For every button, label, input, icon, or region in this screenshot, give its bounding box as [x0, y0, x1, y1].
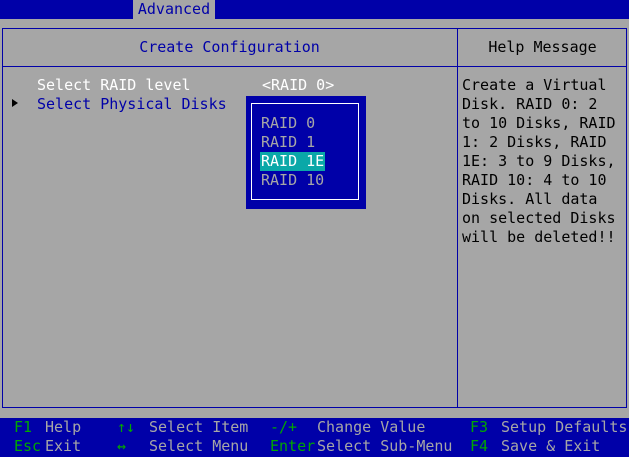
select-menu-hint: Select Menu — [149, 437, 249, 455]
option-raid-1e[interactable]: RAID 1E — [260, 152, 326, 171]
option-raid-1[interactable]: RAID 1 — [261, 133, 315, 152]
raid-level-label[interactable]: Select RAID level — [37, 76, 191, 95]
header-divider — [2, 66, 627, 67]
f4-key: F4 — [470, 437, 489, 455]
exit-hint: Exit — [45, 437, 82, 455]
option-raid-10[interactable]: RAID 10 — [261, 171, 324, 190]
tab-advanced[interactable]: Advanced — [133, 0, 215, 19]
left-right-arrows-icon: ↔ — [117, 437, 127, 455]
submenu-arrow-icon — [12, 99, 18, 107]
enter-key: Enter — [270, 437, 316, 455]
raid-level-value[interactable]: <RAID 0> — [262, 76, 334, 95]
panel-divider — [457, 28, 458, 408]
f3-key: F3 — [470, 418, 489, 436]
raid-level-popup: RAID 0 RAID 1 RAID 1E RAID 10 — [246, 96, 366, 209]
f1-key: F1 — [14, 418, 33, 436]
plus-minus-key: -/+ — [270, 418, 298, 436]
save-exit-hint: Save & Exit — [501, 437, 601, 455]
select-physical-disks-item[interactable]: Select Physical Disks — [37, 95, 227, 114]
up-down-arrows-icon: ↑↓ — [117, 418, 136, 436]
esc-key: Esc — [14, 437, 42, 455]
change-value-hint: Change Value — [317, 418, 426, 436]
top-bar — [0, 0, 629, 19]
setup-defaults-hint: Setup Defaults — [501, 418, 628, 436]
help-text: Create a Virtual Disk. RAID 0: 2 to 10 D… — [462, 76, 625, 246]
help-hint: Help — [45, 418, 82, 436]
select-submenu-hint: Select Sub-Menu — [317, 437, 453, 455]
select-item-hint: Select Item — [149, 418, 249, 436]
panel-title: Create Configuration — [139, 38, 320, 56]
option-raid-0[interactable]: RAID 0 — [261, 114, 315, 133]
help-title: Help Message — [488, 38, 597, 56]
